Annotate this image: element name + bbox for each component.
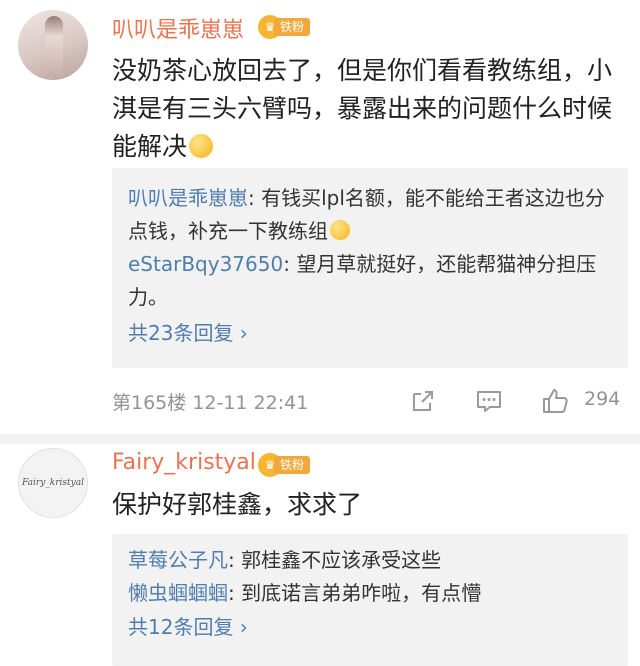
reply-item[interactable]: eStarBqy37650: 望月草就挺好，还能帮猫神分担压力。 — [112, 248, 628, 314]
comment-card: 叭叭是乖崽崽 ♛ 铁粉 没奶茶心放回去了，但是你们看看教练组，小淇是有三头六臂吗… — [0, 0, 640, 434]
share-icon[interactable] — [408, 386, 438, 416]
avatar[interactable] — [18, 10, 88, 80]
reply-username[interactable]: eStarBqy37650 — [128, 252, 283, 276]
comment-footer: 第165楼 12-11 22:41 294 — [112, 384, 627, 418]
like-icon[interactable] — [540, 386, 570, 416]
comment-text: 没奶茶心放回去了，但是你们看看教练组，小淇是有三头六臂吗，暴露出来的问题什么时候… — [112, 56, 613, 161]
like-count: 294 — [584, 388, 621, 410]
badge-label: 铁粉 — [274, 456, 310, 474]
emoji-face-icon — [330, 220, 350, 240]
username[interactable]: 叭叭是乖崽崽 — [112, 12, 244, 44]
reply-username[interactable]: 懒虫蝈蝈蝈 — [128, 581, 228, 605]
comment-text: 保护好郭桂鑫，求求了 — [112, 490, 363, 519]
avatar[interactable]: Fairy_kristyal — [18, 448, 88, 518]
reply-text: 到底诺言弟弟咋啦，有点懵 — [241, 581, 482, 605]
badge-label: 铁粉 — [274, 18, 310, 36]
fan-badge: ♛ 铁粉 — [258, 15, 310, 39]
emoji-face-icon — [189, 134, 214, 158]
reply-text: 郭桂鑫不应该承受这些 — [241, 548, 442, 572]
reply-item[interactable]: 叭叭是乖崽崽: 有钱买lpl名额，能不能给王者这边也分点钱，补充一下教练组 — [112, 182, 628, 248]
more-replies-link[interactable]: 共12条回复 › — [112, 612, 628, 642]
fan-badge: ♛ 铁粉 — [258, 453, 310, 477]
reply-box[interactable]: 草莓公子凡: 郭桂鑫不应该承受这些 懒虫蝈蝈蝈: 到底诺言弟弟咋啦，有点懵 共1… — [112, 534, 628, 666]
reply-username[interactable]: 草莓公子凡 — [128, 548, 228, 572]
reply-item[interactable]: 懒虫蝈蝈蝈: 到底诺言弟弟咋啦，有点懵 — [112, 577, 628, 610]
comment-meta: 第165楼 12-11 22:41 — [112, 392, 309, 414]
comment-icon[interactable] — [474, 386, 504, 416]
username[interactable]: Fairy_kristyal — [112, 450, 256, 475]
reply-username[interactable]: 叭叭是乖崽崽 — [128, 186, 248, 210]
reply-box[interactable]: 叭叭是乖崽崽: 有钱买lpl名额，能不能给王者这边也分点钱，补充一下教练组 eS… — [112, 168, 628, 368]
more-replies-link[interactable]: 共23条回复 › — [112, 318, 628, 348]
reply-item[interactable]: 草莓公子凡: 郭桂鑫不应该承受这些 — [112, 544, 628, 577]
